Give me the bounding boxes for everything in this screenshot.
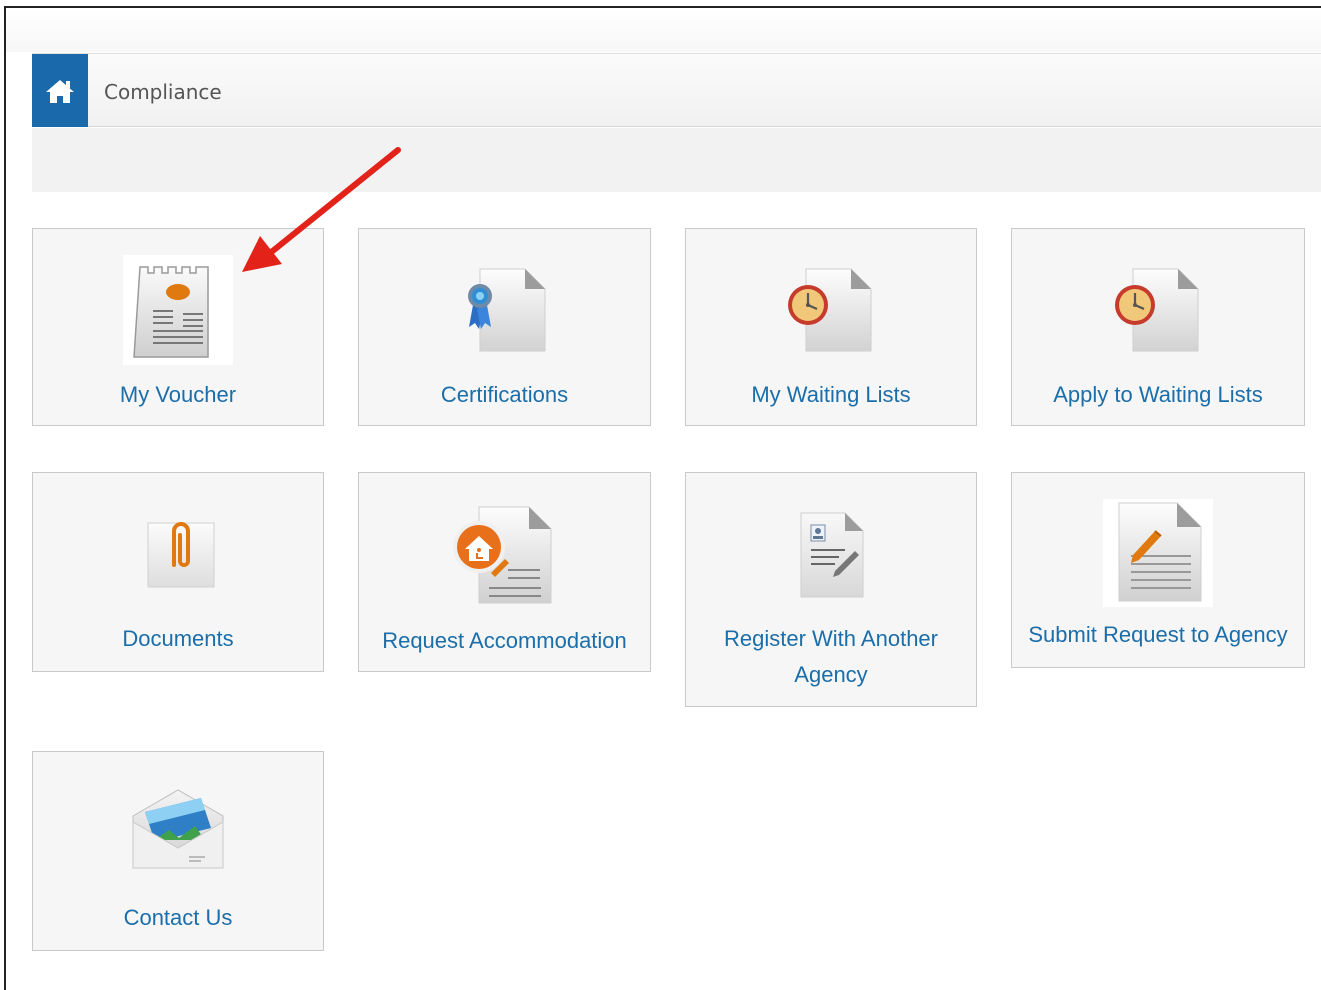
tile-label: Submit Request to Agency [1028,622,1288,647]
tile-submit-request-agency[interactable]: Submit Request to Agency [1011,472,1305,668]
toolbar-strip [32,128,1321,192]
home-button[interactable] [32,54,88,127]
top-strip [6,8,1321,52]
tile-label: Documents [122,626,234,651]
tile-request-accommodation[interactable]: Request Accommodation [358,472,651,672]
tile-my-voucher[interactable]: My Voucher [32,228,324,426]
tile-label: Certifications [440,382,569,407]
tile-label: Apply to Waiting Lists [1053,382,1263,407]
breadcrumb-current: Compliance [104,80,222,104]
tile-label: My Waiting Lists [751,382,911,407]
tile-my-waiting-lists[interactable]: My Waiting Lists [685,228,977,426]
edit-document-icon [1103,499,1213,607]
clock-document-icon [1113,265,1203,355]
tile-contact-us[interactable]: Contact Us [32,751,324,951]
tile-label: Register With Another Agency [724,626,938,687]
tile-label: My Voucher [119,382,237,407]
breadcrumb: Compliance [32,53,1321,127]
tile-label: Contact Us [123,905,233,930]
tile-documents[interactable]: Documents [32,472,324,672]
tile-apply-waiting-lists[interactable]: Apply to Waiting Lists [1011,228,1305,426]
clock-document-icon [786,265,876,355]
registration-form-icon [791,509,871,599]
tile-register-another-agency[interactable]: Register With Another Agency [685,472,977,707]
tile-label: Request Accommodation [382,628,627,653]
certificate-ribbon-icon [460,265,550,355]
voucher-icon [123,255,233,365]
accessibility-document-icon [452,503,557,607]
tile-certifications[interactable]: Certifications [358,228,651,426]
paperclip-icon [138,509,218,593]
envelope-icon [123,786,233,876]
home-icon [46,79,74,103]
